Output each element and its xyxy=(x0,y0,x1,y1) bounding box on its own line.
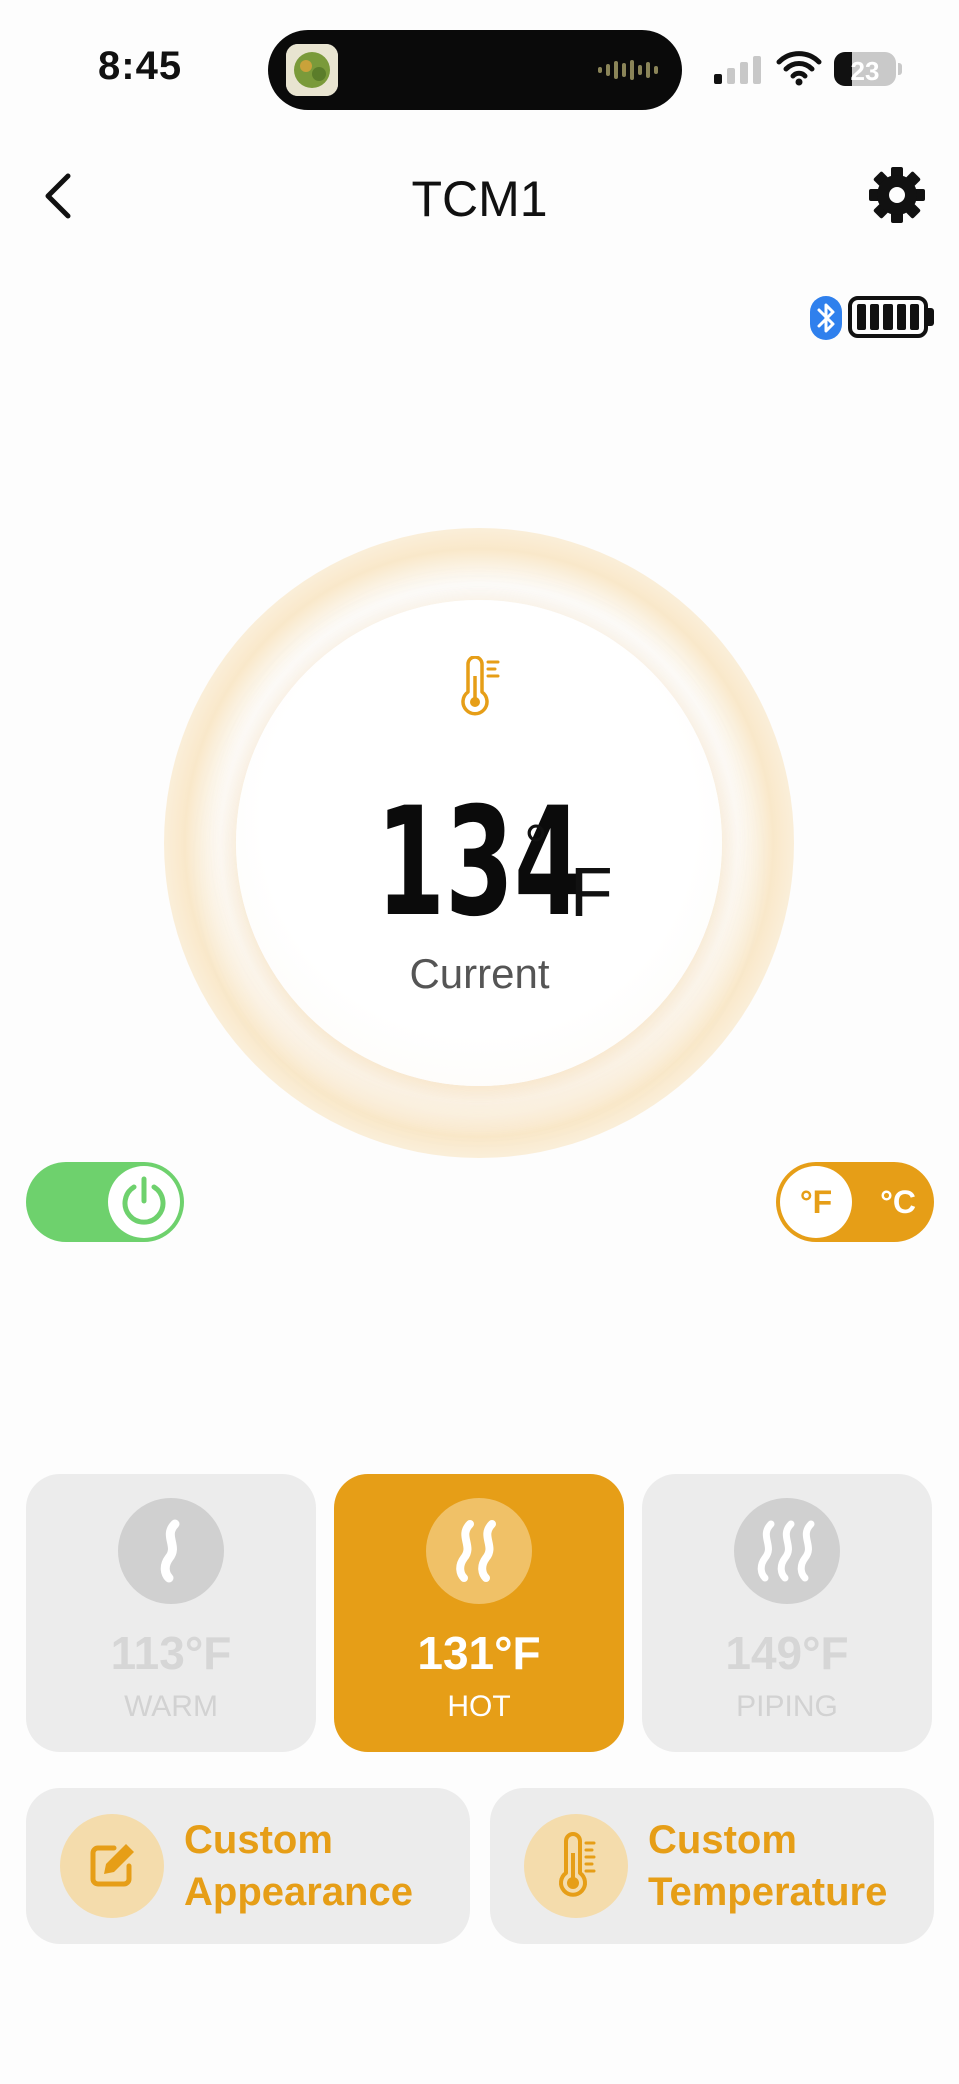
battery-nub xyxy=(898,63,902,75)
battery-full-icon xyxy=(848,296,928,338)
preset-temp: 149°F xyxy=(725,1627,849,1679)
bluetooth-icon xyxy=(810,296,842,340)
preset-name: WARM xyxy=(124,1690,218,1723)
power-icon xyxy=(122,1176,166,1225)
preset-card-piping[interactable]: 149°F PIPING xyxy=(642,1474,932,1752)
dynamic-island xyxy=(268,30,682,110)
preset-name: HOT xyxy=(447,1690,511,1723)
settings-button[interactable] xyxy=(868,166,926,224)
now-playing-app-icon xyxy=(286,44,338,96)
thermometer-icon xyxy=(524,1814,628,1918)
power-toggle[interactable] xyxy=(26,1162,184,1242)
steam-one-wave-icon xyxy=(118,1498,224,1604)
steam-three-waves-icon xyxy=(734,1498,840,1604)
preset-card-hot[interactable]: 131°F HOT xyxy=(334,1474,624,1752)
device-battery-nub xyxy=(928,308,934,326)
custom-appearance-line1: Custom xyxy=(184,1818,333,1862)
wifi-icon xyxy=(776,50,822,91)
battery-icon: 23 xyxy=(834,52,896,86)
steam-two-waves-icon xyxy=(426,1498,532,1604)
preset-name: PIPING xyxy=(736,1690,838,1723)
temperature-value: 134 xyxy=(376,776,583,950)
preset-temp: 113°F xyxy=(110,1627,232,1679)
gear-icon xyxy=(869,167,925,223)
custom-appearance-line2: Appearance xyxy=(184,1870,413,1914)
status-time: 8:45 xyxy=(98,44,183,88)
preset-card-warm[interactable]: 113°F WARM xyxy=(26,1474,316,1752)
signal-icon xyxy=(714,56,761,84)
custom-temperature-line1: Custom xyxy=(648,1818,797,1862)
unit-f-option[interactable]: °F xyxy=(780,1166,852,1238)
page-title: TCM1 xyxy=(411,171,548,227)
temperature-label: Current xyxy=(409,950,550,997)
custom-temperature-line2: Temperature xyxy=(648,1870,888,1914)
custom-temperature-label: Custom Temperature xyxy=(648,1814,928,1918)
preset-temp: 131°F xyxy=(417,1627,541,1679)
custom-appearance-label: Custom Appearance xyxy=(184,1814,464,1918)
temperature-unit: F xyxy=(570,853,613,931)
custom-temperature-button[interactable]: Custom Temperature xyxy=(490,1788,934,1944)
degree-symbol: ° xyxy=(524,813,548,880)
power-toggle-knob xyxy=(108,1166,180,1238)
audio-waveform-icon xyxy=(598,59,658,81)
battery-level: 23 xyxy=(850,56,880,86)
current-temperature: 134 xyxy=(0,788,959,938)
thermometer-icon xyxy=(454,655,506,718)
unit-c-option[interactable]: °C xyxy=(880,1184,916,1221)
custom-appearance-button[interactable]: Custom Appearance xyxy=(26,1788,470,1944)
edit-icon xyxy=(60,1814,164,1918)
unit-toggle[interactable]: °F °C xyxy=(776,1162,934,1242)
